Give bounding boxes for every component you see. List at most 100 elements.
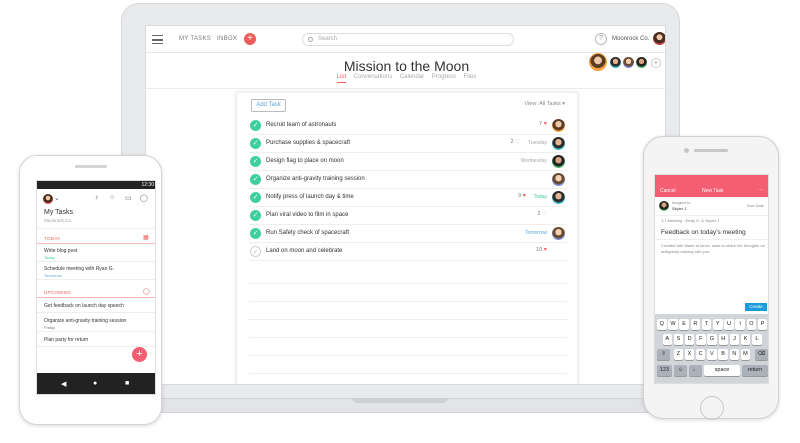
key-j[interactable]: J [729,334,740,345]
task-name[interactable]: Plan viral video to film in space [266,212,348,218]
numbers-key[interactable]: 123 [657,365,672,376]
return-key[interactable]: return [742,365,768,376]
key-g[interactable]: G [707,334,717,345]
inbox-icon[interactable]: ▭ [125,194,132,202]
key-q[interactable]: Q [657,319,667,330]
task-row[interactable]: ✓ Land on moon and celebrate 10 ♥ [249,243,567,261]
heart-icon[interactable]: ♥ [521,193,526,199]
inbox-link[interactable]: INBOX [217,36,237,42]
back-icon[interactable]: ◀ [61,380,66,388]
task-title-input[interactable]: Feedback on today's meeting [661,229,746,236]
key-a[interactable]: A [662,334,672,345]
heart-icon[interactable]: ♥ [542,247,547,253]
quick-add-button[interactable]: + [244,33,256,45]
org-name[interactable]: Moonrock Co. [612,36,649,42]
shift-key-icon[interactable]: ⇧ [657,349,670,360]
task-row[interactable]: ✓ Recruit team of astronauts 7 ♥ [249,117,567,135]
list-item[interactable]: Plan party for return [44,337,88,343]
add-member-button[interactable]: + [651,58,661,68]
search-icon[interactable]: ○ [110,194,114,201]
recents-icon[interactable]: ■ [125,380,129,387]
task-row[interactable]: ✓ Run Safety check of spacecraft Tomorrow [249,225,567,243]
assignee-avatar[interactable] [659,201,669,211]
complete-checkbox-icon[interactable]: ✓ [250,228,261,239]
heart-icon[interactable]: ♡ [514,139,520,145]
key-x[interactable]: X [684,349,695,360]
task-row[interactable]: ✓ Plan viral video to film in space 2 ♡ [249,207,567,225]
task-row[interactable]: ✓ Design flag to place on moon Wednesday [249,153,567,171]
clock-icon[interactable]: ◯ [143,288,150,295]
likes-count[interactable]: 9 ♥ [518,193,526,199]
key-p[interactable]: P [757,319,768,330]
create-button[interactable]: Create [745,303,767,311]
project-line[interactable]: 1:1 Meeting - Emily K. & Skyler J. [661,218,720,223]
key-u[interactable]: U [724,319,734,330]
complete-checkbox-icon[interactable]: ✓ [250,246,261,257]
add-task-fab[interactable]: + [132,347,147,362]
assignee-name[interactable]: Skyler J. [672,206,687,211]
menu-icon[interactable] [152,35,163,44]
key-k[interactable]: K [740,334,751,345]
assignee-avatar[interactable] [552,173,565,186]
heart-icon[interactable]: ♥ [542,121,547,127]
key-l[interactable]: L [752,334,762,345]
home-button[interactable] [700,396,724,420]
assignee-avatar[interactable] [552,137,565,150]
project-member-avatar[interactable] [623,57,634,68]
tab-progress[interactable]: Progress [432,74,456,82]
key-v[interactable]: V [707,349,717,360]
list-item[interactable]: Write blog post [44,248,77,254]
chat-icon[interactable]: ◯ [140,194,148,202]
key-t[interactable]: T [701,319,712,330]
complete-checkbox-icon[interactable]: ✓ [250,138,261,149]
tab-files[interactable]: Files [464,74,477,82]
key-y[interactable]: Y [713,319,723,330]
key-i[interactable]: I [735,319,745,330]
project-member-avatar[interactable] [636,57,647,68]
task-name[interactable]: Purchase supplies & spacecraft [266,140,350,146]
task-name[interactable]: Land on moon and celebrate [266,248,342,254]
key-r[interactable]: R [690,319,701,330]
task-description-input[interactable]: Created with Marie at lunch, want to sha… [661,243,765,255]
key-m[interactable]: M [740,349,751,360]
complete-checkbox-icon[interactable]: ✓ [250,156,261,167]
complete-checkbox-icon[interactable]: ✓ [250,192,261,203]
user-avatar[interactable] [43,194,53,204]
tab-list[interactable]: List [336,74,347,83]
key-f[interactable]: F [696,334,706,345]
likes-count[interactable]: 2 ♡ [537,211,547,217]
task-row[interactable]: ✓ Purchase supplies & spacecraft Tuesday 2 … [249,135,567,153]
assignee-avatar[interactable] [552,155,565,168]
key-h[interactable]: H [718,334,728,345]
task-name[interactable]: Notify press of launch day & time [266,194,354,200]
complete-checkbox-icon[interactable]: ✓ [250,210,261,221]
list-item[interactable]: Organize anti-gravity training session [44,318,126,324]
key-w[interactable]: W [668,319,678,330]
heart-icon[interactable]: ♡ [541,211,547,217]
project-member-avatar[interactable] [610,57,621,68]
view-filter-dropdown[interactable]: View: All Tasks ▾ [525,101,565,107]
home-icon[interactable]: ● [93,380,97,387]
assignee-avatar[interactable] [552,191,565,204]
more-icon[interactable]: ··· [758,187,763,193]
key-d[interactable]: D [684,334,695,345]
key-z[interactable]: Z [673,349,683,360]
user-avatar[interactable] [653,32,665,45]
complete-checkbox-icon[interactable]: ✓ [250,174,261,185]
backspace-key-icon[interactable]: ⌫ [755,349,768,360]
tab-conversations[interactable]: Conversations [354,74,392,82]
task-name[interactable]: Organize anti-gravity training session [266,176,365,182]
likes-count[interactable]: 10 ♥ [536,247,547,253]
complete-checkbox-icon[interactable]: ✓ [250,120,261,131]
task-row[interactable]: ✓ Organize anti-gravity training session [249,171,567,189]
search-input[interactable]: Search [302,33,514,46]
due-date-field[interactable]: Due Date [747,203,764,208]
likes-count[interactable]: 2 ♡ [510,139,520,145]
chevron-down-icon[interactable]: ⌄ [54,194,60,202]
key-b[interactable]: B [718,349,728,360]
calendar-icon[interactable]: ▦ [143,234,149,241]
emoji-key-icon[interactable]: ☺ [674,365,687,376]
task-name[interactable]: Run Safety check of spacecraft [266,230,349,236]
help-button[interactable]: ? [595,33,607,45]
key-o[interactable]: O [746,319,757,330]
